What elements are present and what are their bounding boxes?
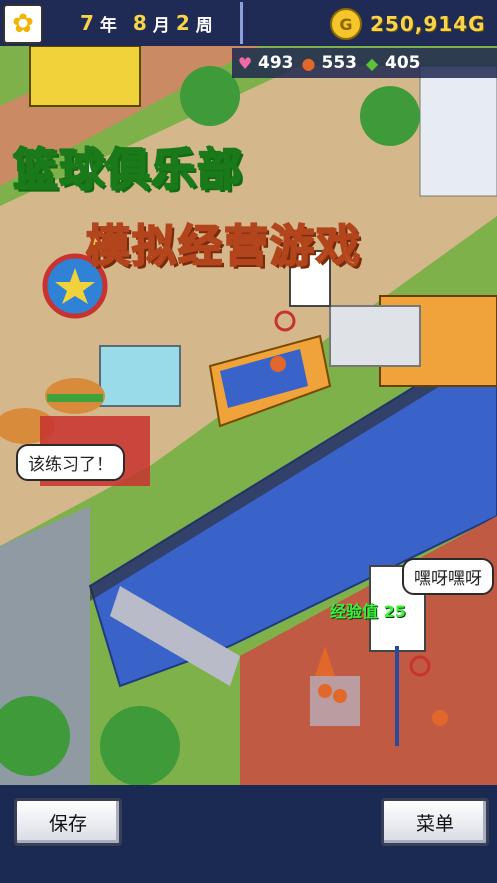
month-value: 8 <box>132 11 147 35</box>
coin-icon: G <box>330 8 362 40</box>
banner-title-line1: 篮球俱乐部 <box>13 144 244 197</box>
money-display: G 250,914G <box>330 6 495 42</box>
speech-bubble-right: 嘿呀嘿呀 <box>402 558 494 595</box>
bottom-action-bar: 保存 菜单 <box>0 785 497 883</box>
stat-frog: ◆ 405 <box>363 53 421 73</box>
stat-basketball-value: 553 <box>321 53 358 73</box>
sunflower-icon[interactable]: ✿ <box>3 4 43 44</box>
experience-label: 经验值 25 <box>330 602 406 621</box>
year-label: 年 <box>99 15 117 36</box>
frog-icon: ◆ <box>365 53 379 73</box>
save-button[interactable]: 保存 <box>14 798 122 846</box>
week-value: 2 <box>175 11 190 35</box>
menu-button[interactable]: 菜单 <box>381 798 489 846</box>
game-scene[interactable]: 篮球俱乐部 模拟经营游戏 该练习了！ 嘿呀嘿呀 经验值 25 <box>0 46 497 785</box>
stat-basketball: ● 553 <box>300 53 358 73</box>
calendar-date: 7 年 8 月 2 周 <box>80 10 213 36</box>
basketball-icon: ● <box>301 53 316 73</box>
divider <box>240 2 243 44</box>
heart-icon: ♥ <box>237 53 253 73</box>
stat-hearts-value: 493 <box>258 53 294 73</box>
resource-stats: ♥ 493 ● 553 ◆ 405 <box>232 48 497 78</box>
stat-frog-value: 405 <box>385 53 421 73</box>
money-value: 250,914G <box>370 12 486 36</box>
speech-bubble-left: 该练习了！ <box>16 444 125 481</box>
month-label: 月 <box>152 15 170 36</box>
year-value: 7 <box>80 11 94 35</box>
week-label: 周 <box>195 15 213 36</box>
stat-hearts: ♥ 493 <box>236 53 294 73</box>
top-status-bar: ✿ 7 年 8 月 2 周 G 250,914G <box>0 0 497 48</box>
banner-title-line2: 模拟经营游戏 <box>85 220 362 273</box>
